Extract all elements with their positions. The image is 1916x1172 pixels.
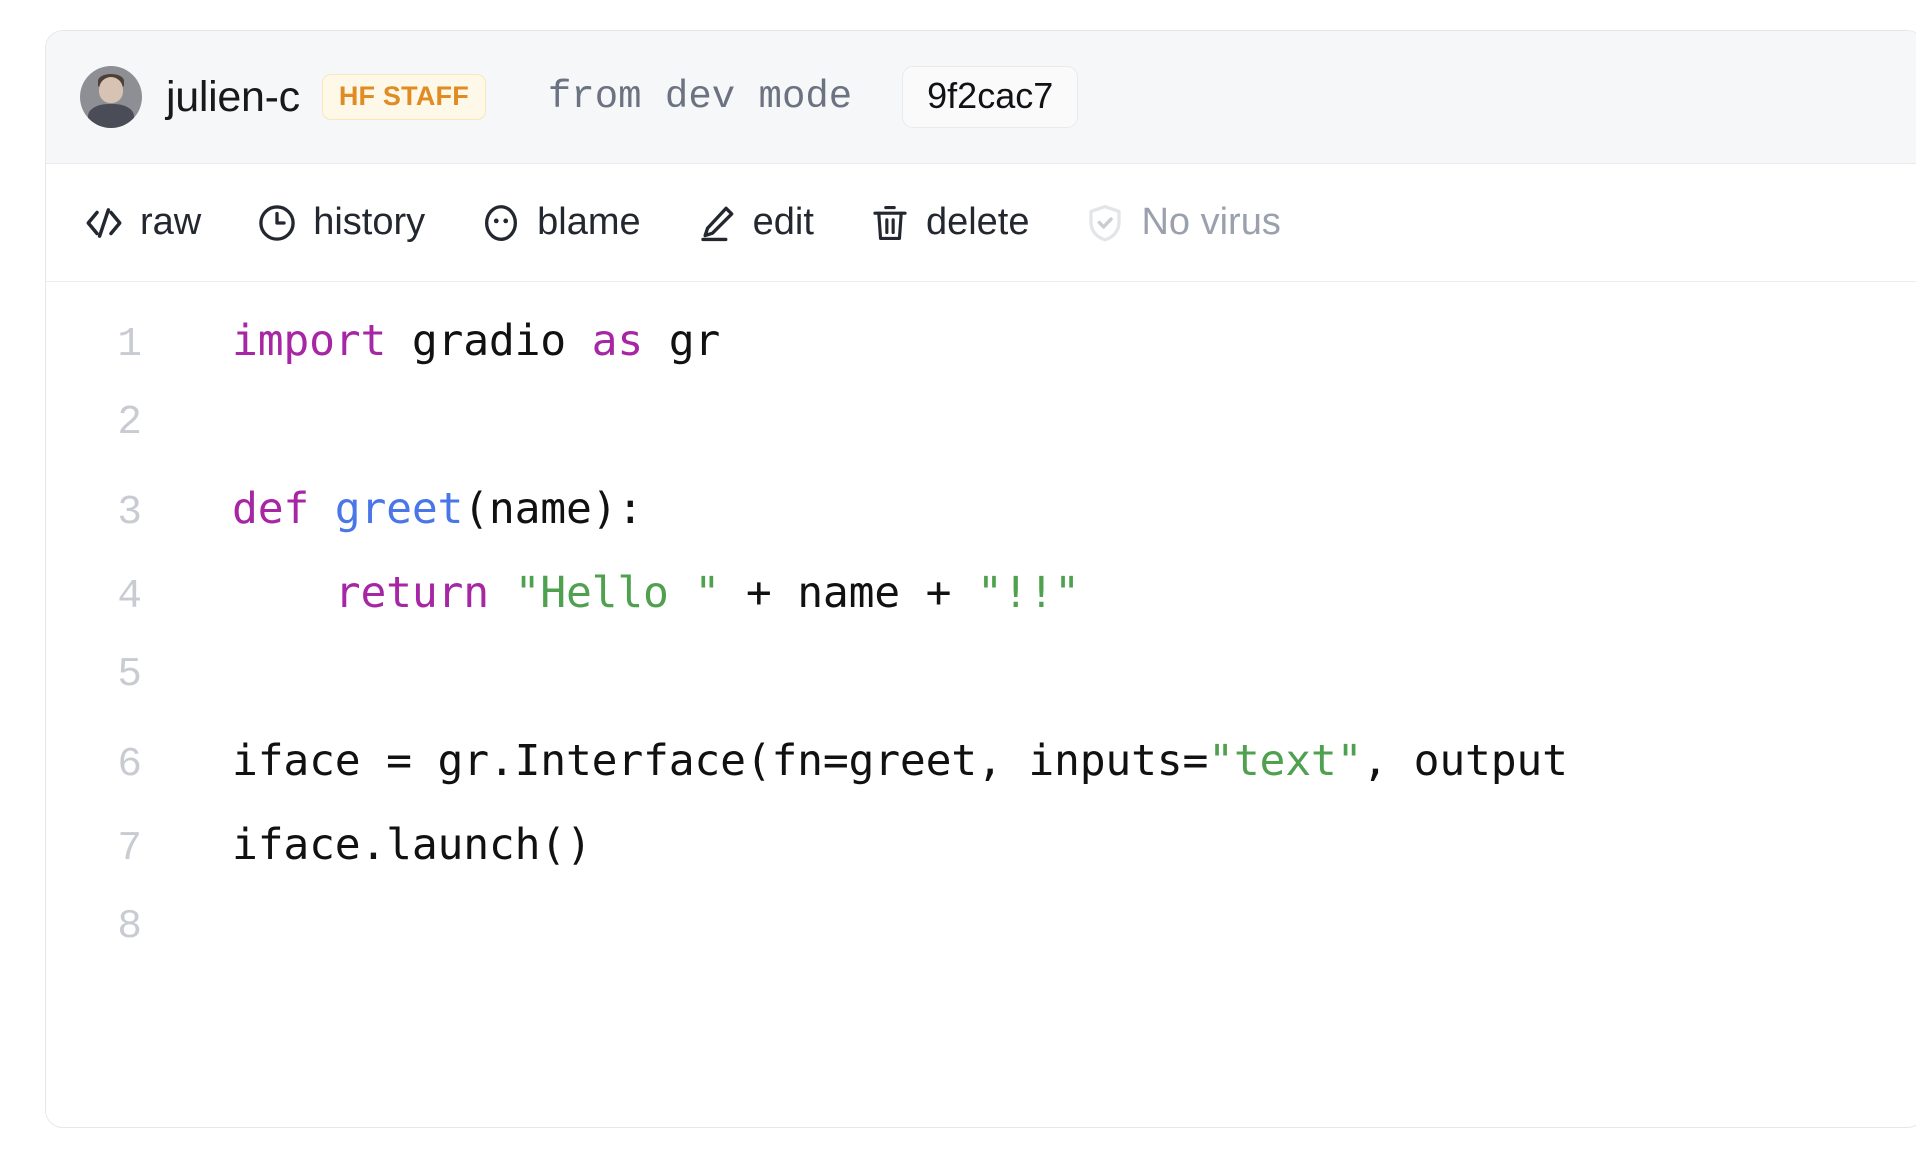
code-line: 2 [46,400,1916,484]
code-token-str: "text" [1208,736,1362,786]
trash-icon [868,201,912,245]
toolbar-label-edit: edit [753,201,814,244]
toolbar-item-history[interactable]: history [255,201,425,245]
avatar-body [88,104,134,128]
avatar-head [99,77,124,103]
code-line: 8 [46,904,1916,988]
code-token-pl [232,568,335,618]
toolbar-label-history: history [313,201,425,244]
code-token-kw: return [335,568,489,618]
code-token-kw: as [592,316,643,366]
line-number: 2 [46,400,142,446]
commit-hash-button[interactable]: 9f2cac7 [902,66,1078,128]
code-token-pl: , output [1362,736,1568,786]
line-number: 5 [46,652,142,698]
code-lines: 1 import gradio as gr 2 3 def greet(name): 4 … [46,316,1916,988]
code-brackets-icon [82,201,126,245]
code-token-kw: def [232,484,309,534]
toolbar-item-no-virus: No virus [1083,201,1280,245]
author-username[interactable]: julien-c [166,73,300,122]
toolbar-item-blame[interactable]: blame [479,201,641,245]
code-token-str: "!!" [977,568,1080,618]
code-token-pl: gr [643,316,720,366]
code-token-fn: greet [335,484,463,534]
commit-message[interactable]: from dev mode [548,75,852,119]
code-viewer: 1 import gradio as gr 2 3 def greet(name): 4 … [46,282,1916,1128]
toolbar-label-blame: blame [537,201,641,244]
code-token-pl: (name): [463,484,643,534]
code-line-text[interactable]: import gradio as gr [232,316,720,366]
file-viewer-card: julien-c HF STAFF from dev mode 9f2cac7 … [45,30,1916,1128]
code-token-str: "Hello " [515,568,721,618]
line-number: 4 [46,574,142,620]
clock-icon [255,201,299,245]
shield-check-icon [1083,201,1127,245]
avatar[interactable] [80,66,142,128]
code-token-pl: gradio [386,316,592,366]
staff-badge: HF STAFF [322,74,486,120]
toolbar-item-delete[interactable]: delete [868,201,1030,245]
code-token-pl [309,484,335,534]
file-actions-toolbar: raw history blame [46,164,1916,282]
code-line: 3 def greet(name): [46,484,1916,568]
code-token-kw: import [232,316,386,366]
line-number: 8 [46,904,142,950]
code-line-text[interactable]: iface.launch() [232,820,592,870]
code-token-pl: iface = gr.Interface(fn=greet, inputs= [232,736,1208,786]
toolbar-item-edit[interactable]: edit [695,201,814,245]
code-token-pl: + name + [720,568,977,618]
toolbar-label-raw: raw [140,201,201,244]
line-number: 3 [46,490,142,536]
line-number: 6 [46,742,142,788]
code-line: 6 iface = gr.Interface(fn=greet, inputs="… [46,736,1916,820]
code-line-text[interactable]: def greet(name): [232,484,643,534]
code-line: 4 return "Hello " + name + "!!" [46,568,1916,652]
code-line: 5 [46,652,1916,736]
line-number: 1 [46,322,142,368]
code-token-pl: iface.launch() [232,820,592,870]
code-line: 1 import gradio as gr [46,316,1916,400]
toolbar-item-raw[interactable]: raw [82,201,201,245]
code-line: 7 iface.launch() [46,820,1916,904]
line-number: 7 [46,826,142,872]
face-icon [479,201,523,245]
code-line-text[interactable]: iface = gr.Interface(fn=greet, inputs="t… [232,736,1568,786]
toolbar-label-delete: delete [926,201,1030,244]
toolbar-label-no-virus: No virus [1141,201,1280,244]
pencil-icon [695,201,739,245]
code-line-text[interactable]: return "Hello " + name + "!!" [232,568,1080,618]
code-token-pl [489,568,515,618]
commit-header: julien-c HF STAFF from dev mode 9f2cac7 [46,31,1916,164]
